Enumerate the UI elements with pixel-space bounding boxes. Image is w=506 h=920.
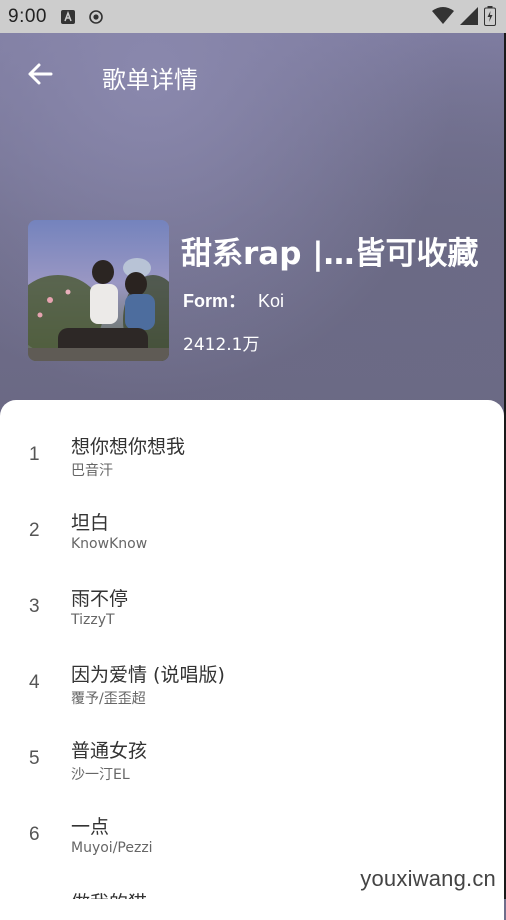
status-bar: 9:00 (0, 0, 506, 33)
song-index: 1 (29, 444, 40, 465)
song-index: 6 (29, 824, 40, 845)
song-artist: KnowKnow (71, 536, 148, 552)
song-title: 一点 (71, 816, 110, 838)
song-index: 4 (29, 672, 40, 693)
playlist-cover[interactable] (28, 220, 169, 361)
song-title: 做我的猫 (71, 888, 147, 899)
back-button[interactable] (22, 58, 58, 90)
accessibility-icon (60, 9, 75, 24)
arrow-left-icon (28, 63, 53, 85)
list-item[interactable]: 4 因为爱情 (说唱版) 覆予/歪歪超 (0, 650, 504, 726)
song-artist: 巴音汗 (71, 463, 113, 479)
list-item[interactable]: 1 想你想你想我 巴音汗 (0, 422, 504, 498)
list-item[interactable]: 2 坦白 KnowKnow (0, 498, 504, 574)
list-item[interactable]: 5 普通女孩 沙一汀EL (0, 726, 504, 802)
page-title: 歌单详情 (102, 66, 198, 94)
battery-icon (484, 6, 496, 31)
creator-name: Koi (258, 291, 285, 311)
song-title: 因为爱情 (说唱版) (71, 664, 225, 686)
status-indicators (432, 6, 496, 31)
song-artist: 沙一汀EL (71, 767, 130, 783)
list-item[interactable]: 3 雨不停 TizzyT (0, 574, 504, 650)
song-index: 3 (29, 596, 40, 617)
record-icon (89, 9, 103, 24)
song-title: 坦白 (71, 512, 110, 534)
status-time: 9:00 (8, 5, 47, 27)
cover-image (28, 220, 169, 361)
song-title: 雨不停 (71, 588, 129, 610)
song-artist: 覆予/歪歪超 (71, 691, 146, 707)
creator-label: Form： (183, 291, 246, 311)
song-index: 5 (29, 748, 40, 769)
song-title: 普通女孩 (71, 740, 148, 762)
playlist-creator[interactable]: Form： Koi (183, 287, 284, 313)
signal-icon (460, 7, 478, 30)
wifi-icon (432, 7, 454, 30)
song-index: 2 (29, 520, 40, 541)
song-list: 1 想你想你想我 巴音汗 2 坦白 KnowKnow 3 雨不停 TizzyT … (0, 400, 504, 920)
play-count: 2412.1万 (183, 335, 260, 355)
watermark: youxiwang.cn (360, 866, 496, 891)
playlist-name: 甜系rap |…皆可收藏 (181, 236, 479, 272)
song-artist: TizzyT (71, 612, 115, 628)
song-title: 想你想你想我 (71, 436, 186, 458)
song-artist: Muyoi/Pezzi (71, 840, 153, 856)
